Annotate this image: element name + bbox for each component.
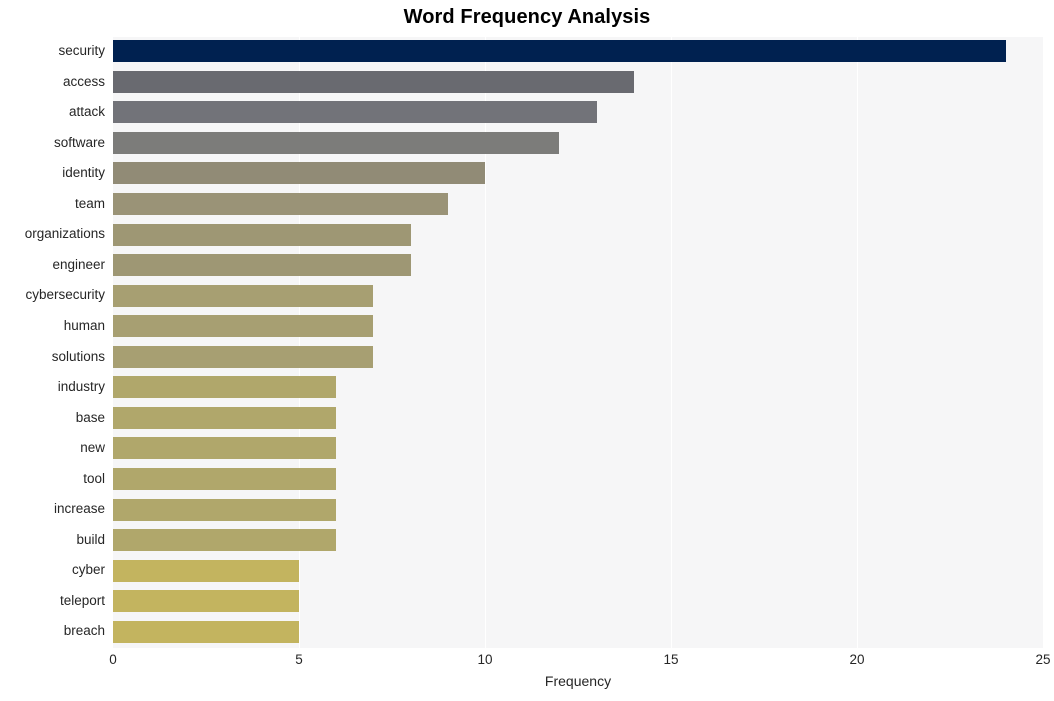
bar-attack[interactable] [113, 101, 597, 124]
y-tick-label-team: team [74, 195, 105, 211]
bars-layer [113, 37, 1043, 648]
bar-row[interactable] [113, 159, 1043, 188]
y-tick-label-base: base [75, 409, 105, 425]
bar-row[interactable] [113, 343, 1043, 372]
bar-increase[interactable] [113, 498, 337, 521]
y-tick-label-identity: identity [62, 165, 105, 181]
y-axis-tick-labels: security access attack software identity team… [0, 37, 105, 648]
bar-industry[interactable] [113, 376, 337, 399]
y-tick-label-attack: attack [68, 104, 105, 120]
bar-cybersecurity[interactable] [113, 284, 374, 307]
bar-solutions[interactable] [113, 345, 374, 368]
bar-row[interactable] [113, 98, 1043, 127]
bar-row[interactable] [113, 68, 1043, 97]
bar-row[interactable] [113, 495, 1043, 524]
y-tick-label-human: human [63, 317, 105, 333]
x-tick-label-5: 5 [295, 652, 303, 667]
bar-row[interactable] [113, 404, 1043, 433]
bar-row[interactable] [113, 281, 1043, 310]
word-frequency-chart: Word Frequency Analysis security access at… [0, 0, 1054, 701]
bar-row[interactable] [113, 251, 1043, 280]
bar-tool[interactable] [113, 467, 337, 490]
bar-row[interactable] [113, 129, 1043, 158]
y-tick-label-access: access [62, 73, 105, 89]
x-tick-label-15: 15 [663, 652, 679, 667]
y-tick-label-breach: breach [63, 623, 105, 639]
bar-breach[interactable] [113, 620, 299, 643]
y-tick-label-teleport: teleport [59, 592, 105, 608]
bar-identity[interactable] [113, 162, 485, 185]
bar-row[interactable] [113, 220, 1043, 249]
chart-title: Word Frequency Analysis [403, 6, 651, 28]
y-tick-label-solutions: solutions [51, 348, 105, 364]
bar-row[interactable] [113, 617, 1043, 646]
x-tick-label-10: 10 [477, 652, 493, 667]
bar-row[interactable] [113, 587, 1043, 616]
bar-row[interactable] [113, 434, 1043, 463]
bar-access[interactable] [113, 70, 634, 93]
bar-build[interactable] [113, 529, 337, 552]
y-tick-label-software: software [53, 134, 105, 150]
bar-row[interactable] [113, 312, 1043, 341]
y-tick-label-security: security [58, 43, 105, 58]
bar-row[interactable] [113, 373, 1043, 402]
bar-row[interactable] [113, 190, 1043, 219]
bar-team[interactable] [113, 193, 448, 216]
x-tick-label-25: 25 [1035, 652, 1051, 667]
bar-base[interactable] [113, 406, 337, 429]
bar-security[interactable] [113, 40, 1006, 63]
x-tick-label-0: 0 [109, 652, 117, 667]
bar-human[interactable] [113, 315, 374, 338]
x-axis-title: Frequency [544, 673, 612, 689]
y-tick-label-engineer: engineer [52, 256, 105, 272]
y-tick-label-build: build [76, 531, 105, 547]
bar-new[interactable] [113, 437, 337, 460]
bar-row[interactable] [113, 526, 1043, 555]
bar-cyber[interactable] [113, 559, 299, 582]
bar-organizations[interactable] [113, 223, 411, 246]
y-tick-label-increase: increase [53, 501, 105, 517]
y-tick-label-cybersecurity: cybersecurity [25, 287, 105, 303]
x-tick-label-20: 20 [849, 652, 865, 667]
y-tick-label-organizations: organizations [24, 226, 105, 242]
bar-engineer[interactable] [113, 254, 411, 277]
y-tick-label-cyber: cyber [71, 562, 105, 578]
x-gridline [1043, 37, 1044, 648]
bar-teleport[interactable] [113, 590, 299, 613]
bar-software[interactable] [113, 131, 560, 154]
y-tick-label-tool: tool [83, 470, 105, 486]
y-tick-label-industry: industry [57, 379, 105, 395]
y-tick-label-new: new [80, 440, 105, 456]
bar-row[interactable] [113, 37, 1043, 66]
bar-row[interactable] [113, 465, 1043, 494]
bar-row[interactable] [113, 556, 1043, 585]
